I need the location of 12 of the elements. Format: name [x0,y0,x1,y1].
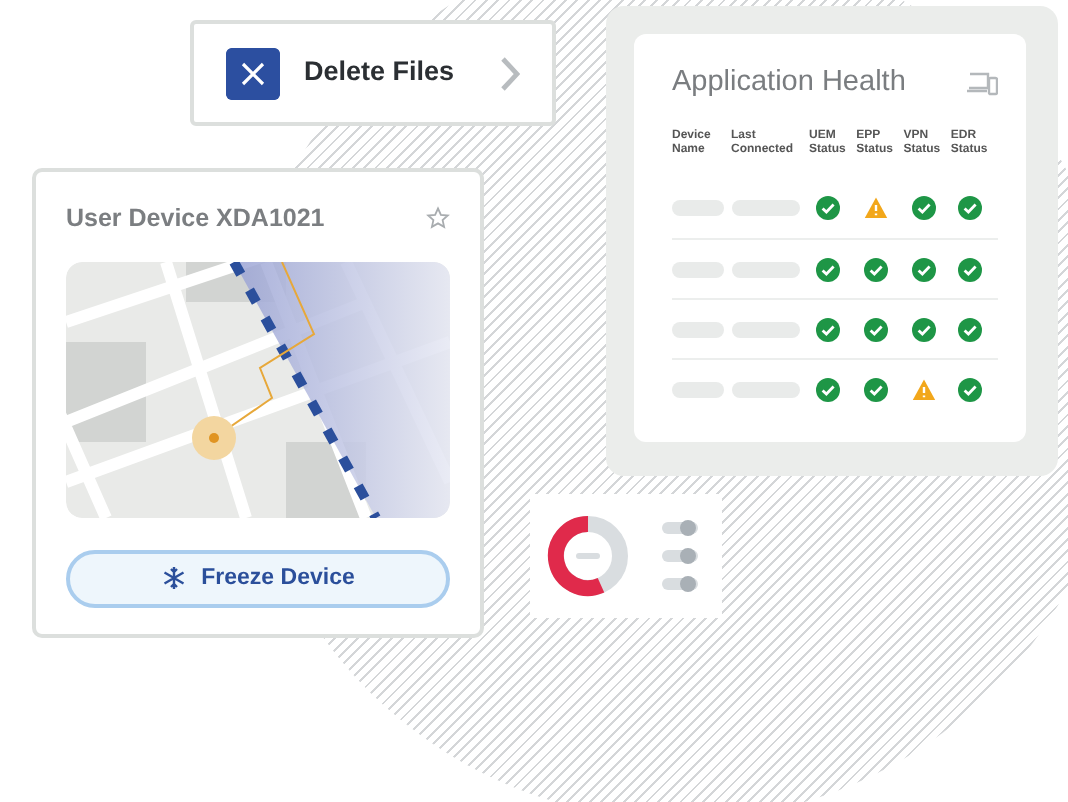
star-icon[interactable] [426,206,450,231]
freeze-device-button[interactable]: Freeze Device [66,549,450,608]
delete-files-label: Delete Files [304,54,457,91]
card-title: Application Health [672,64,906,102]
card-title: User Device XDA1021 [66,202,325,236]
chevron-right-icon [500,55,520,91]
donut-drawing [546,514,630,598]
snowflake-icon [161,566,186,591]
delete-files-card[interactable]: Delete Files [190,20,556,126]
close-icon [226,47,280,99]
toggles-icon [662,518,698,594]
devices-icon [966,71,998,96]
